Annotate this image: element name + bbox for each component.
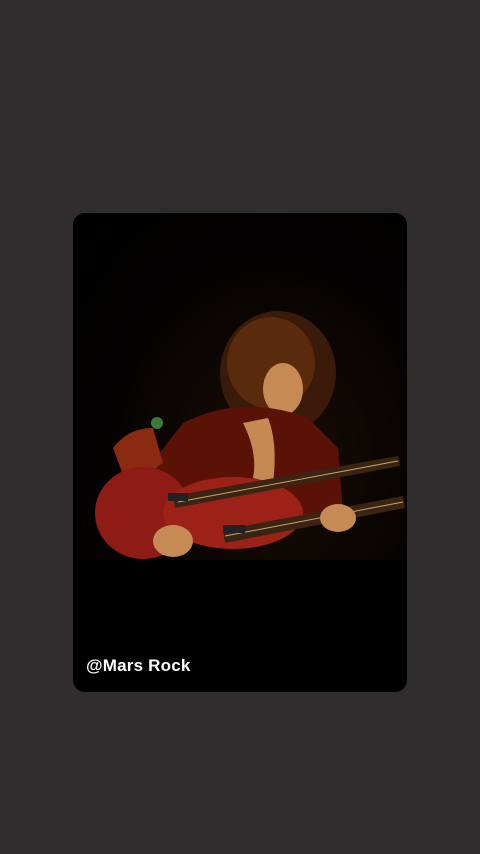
video-frame[interactable] [73,213,407,560]
pickup [223,525,245,533]
guitarist-image [95,311,405,559]
story-screen: @Mars Rock [0,0,480,854]
hand-shape [320,504,356,532]
hand-shape [153,525,193,557]
face-shape [263,363,303,415]
embroidery-patch [151,417,163,429]
pickup [168,493,188,501]
channel-watermark: @Mars Rock [86,656,191,675]
video-card[interactable]: @Mars Rock [73,213,407,692]
